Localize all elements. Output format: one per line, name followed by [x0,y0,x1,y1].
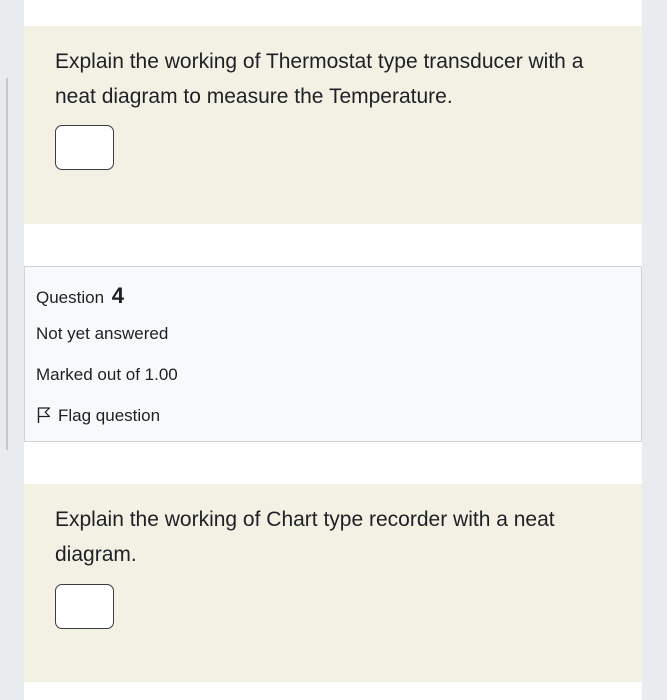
question-info-panel: Question 4 Not yet answered Marked out o… [24,266,642,442]
question-text: Explain the working of Chart type record… [55,508,555,566]
answer-input[interactable] [55,584,114,629]
question-heading: Question 4 [36,283,124,309]
question-text: Explain the working of Thermostat type t… [55,50,584,108]
answer-input[interactable] [55,125,114,170]
question-text-panel: Explain the working of Thermostat type t… [24,26,642,224]
flag-question-link[interactable]: Flag question [36,406,160,426]
quiz-page: Explain the working of Thermostat type t… [24,0,642,700]
flag-question-label: Flag question [58,406,161,425]
scroll-indicator [6,78,8,450]
flag-outline-icon [37,407,51,423]
question-state: Not yet answered [36,324,169,343]
question-number: 4 [111,283,125,308]
question-text-panel: Explain the working of Chart type record… [24,484,642,682]
question-label: Question [36,288,105,307]
question-grade: Marked out of 1.00 [36,365,178,384]
